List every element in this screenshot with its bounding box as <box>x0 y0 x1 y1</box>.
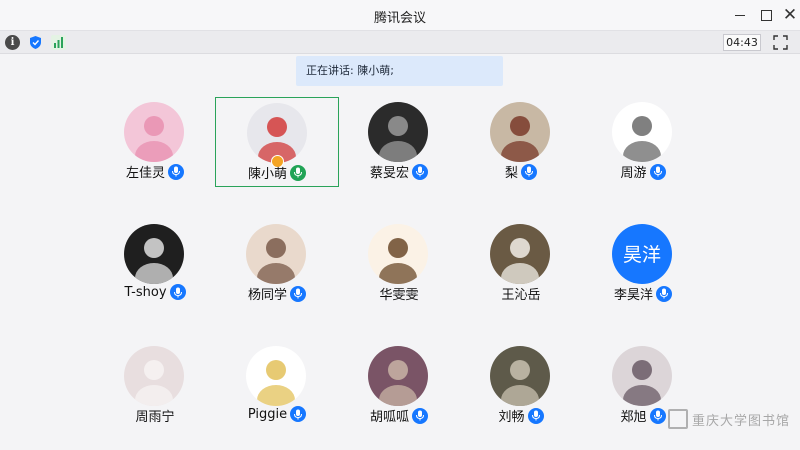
maximize-button[interactable] <box>755 4 777 26</box>
participant-name: 郑旭 <box>620 410 647 425</box>
participant-name: 蔡旻宏 <box>369 166 409 181</box>
participant-name-row: 王沁岳 <box>459 284 583 303</box>
participant-tile[interactable]: Piggie <box>215 341 339 431</box>
microphone-icon[interactable] <box>656 285 672 302</box>
participant-tile[interactable]: 杨同学 <box>215 219 339 309</box>
participant-name-row: 左佳灵 <box>93 162 217 181</box>
watermark: 重庆大学图书馆 <box>668 409 790 429</box>
library-logo-icon <box>668 409 688 429</box>
participant-avatar <box>368 224 428 284</box>
participant-name-row: 华雯雯 <box>337 284 461 303</box>
participant-name: 杨同学 <box>247 288 287 303</box>
participant-name-row: 李昊洋 <box>581 284 705 303</box>
participant-name: 华雯雯 <box>379 288 419 303</box>
participant-avatar <box>246 224 306 284</box>
participant-tile[interactable]: 胡呱呱 <box>337 341 461 431</box>
participant-name: Piggie <box>247 406 288 422</box>
participant-name-row: 杨同学 <box>215 284 339 303</box>
participant-avatar <box>612 346 672 406</box>
participant-avatar <box>490 102 550 162</box>
participant-name-row: T-shoy <box>93 284 217 300</box>
participant-tile[interactable]: 陳小萌 <box>215 97 339 187</box>
participant-name: 陳小萌 <box>247 167 287 182</box>
microphone-icon[interactable] <box>412 163 428 180</box>
participant-name: 李昊洋 <box>613 288 653 303</box>
meeting-timer: 04:43 <box>723 34 761 51</box>
participant-avatar <box>247 103 307 163</box>
microphone-icon[interactable] <box>649 163 666 180</box>
active-speaker-banner: 正在讲话: 陳小萌; <box>296 56 503 86</box>
participant-name-row: 蔡旻宏 <box>337 162 461 181</box>
participant-name: 周游 <box>620 166 647 181</box>
participant-name-row: 梨 <box>459 162 583 181</box>
watermark-text: 重庆大学图书馆 <box>692 413 791 429</box>
participant-tile[interactable]: 左佳灵 <box>93 97 217 187</box>
title-bar: 腾讯会议 ✕ <box>0 0 800 30</box>
participant-tile[interactable]: 王沁岳 <box>459 219 583 309</box>
shield-icon[interactable] <box>28 35 43 50</box>
microphone-icon[interactable] <box>290 285 306 302</box>
participant-name: 王沁岳 <box>501 288 541 303</box>
participant-name-row: 周游 <box>581 162 705 181</box>
participant-avatar <box>124 346 184 406</box>
window-title: 腾讯会议 <box>373 11 426 26</box>
participant-name: 刘畅 <box>498 410 525 425</box>
microphone-icon[interactable] <box>521 163 537 180</box>
microphone-icon[interactable] <box>169 284 186 300</box>
participant-name-row: 周雨宁 <box>93 406 217 425</box>
participant-name-row: 胡呱呱 <box>337 406 461 425</box>
microphone-icon[interactable] <box>290 164 306 181</box>
participant-avatar <box>124 224 184 284</box>
info-icon[interactable]: i <box>5 35 20 50</box>
microphone-icon[interactable] <box>412 407 428 424</box>
participant-tile[interactable]: 华雯雯 <box>337 219 461 309</box>
minimize-button[interactable] <box>729 4 751 26</box>
participant-name-row: 刘畅 <box>459 406 583 425</box>
participant-name: 周雨宁 <box>135 410 175 425</box>
participant-avatar <box>490 346 550 406</box>
participant-avatar <box>246 346 306 406</box>
participant-tile[interactable]: 周雨宁 <box>93 341 217 431</box>
microphone-icon[interactable] <box>290 406 307 422</box>
participant-tile[interactable]: 梨 <box>459 97 583 187</box>
participant-avatar <box>612 102 672 162</box>
participant-tile[interactable]: 刘畅 <box>459 341 583 431</box>
participant-tile[interactable]: 周游 <box>581 97 705 187</box>
participant-avatar <box>490 224 550 284</box>
participant-avatar <box>124 102 184 162</box>
participant-name-row: Piggie <box>215 406 339 422</box>
participant-name: 梨 <box>504 166 518 181</box>
microphone-icon[interactable] <box>649 407 666 424</box>
fullscreen-icon[interactable] <box>773 35 788 50</box>
participant-name: T-shoy <box>124 284 167 300</box>
participant-tile[interactable]: 昊洋李昊洋 <box>581 219 705 309</box>
participant-name: 胡呱呱 <box>369 410 409 425</box>
participant-avatar <box>368 102 428 162</box>
meeting-toolbar: i 04:43 <box>0 30 800 54</box>
avatar-initials: 昊洋 <box>623 244 661 266</box>
participant-tile[interactable]: T-shoy <box>93 219 217 309</box>
microphone-icon[interactable] <box>527 407 544 424</box>
participant-tile[interactable]: 蔡旻宏 <box>337 97 461 187</box>
participant-name-row: 陳小萌 <box>216 163 338 182</box>
participant-name: 左佳灵 <box>125 166 165 181</box>
microphone-icon[interactable] <box>168 163 184 180</box>
signal-icon[interactable] <box>51 35 66 50</box>
participant-avatar <box>368 346 428 406</box>
participant-avatar: 昊洋 <box>612 224 672 284</box>
close-button[interactable]: ✕ <box>779 4 800 26</box>
